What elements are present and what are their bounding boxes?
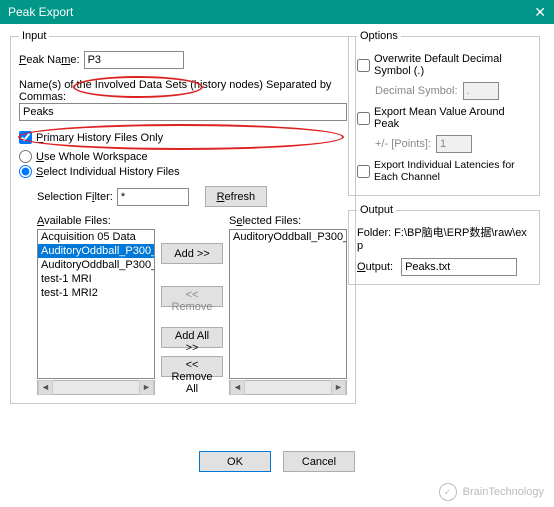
peak-name-label: Peak Name: [19,54,80,66]
input-group: Input Peak Name: Name(s) of the Involved… [10,30,356,404]
points-input [436,135,472,153]
points-label: +/- [Points]: [375,138,431,150]
select-individual-radio[interactable] [19,165,32,178]
output-label: Output: [357,261,393,273]
remove-button[interactable]: << Remove [161,286,223,307]
decimal-symbol-input [463,82,499,100]
available-files-listbox[interactable]: Acquisition 05 DataAuditoryOddball_P300_… [37,229,155,379]
scroll-right-icon[interactable]: ► [331,380,346,395]
output-legend: Output [357,204,396,216]
input-legend: Input [19,30,49,42]
scrollbar-horizontal[interactable]: ◄ ► [229,380,347,395]
export-mean-checkbox[interactable] [357,112,370,125]
list-item[interactable]: AuditoryOddball_P300_3 [38,258,154,272]
scrollbar-horizontal[interactable]: ◄ ► [37,380,155,395]
refresh-button[interactable]: Refresh [205,186,267,207]
decimal-symbol-label: Decimal Symbol: [375,85,458,97]
selected-label: Selected Files: [229,215,347,227]
options-group: Options Overwrite Default Decimal Symbol… [348,30,540,196]
export-latencies-label: Export Individual Latencies for Each Cha… [374,159,531,183]
selected-files-listbox[interactable]: AuditoryOddball_P300_1 [229,229,347,379]
folder-path: Folder: F:\BP脑电\ERP数据\raw\exp [357,224,531,252]
use-whole-radio[interactable] [19,150,32,163]
add-all-button[interactable]: Add All >> [161,327,223,348]
select-individual-label: Select Individual History Files [36,166,180,178]
scroll-right-icon[interactable]: ► [139,380,154,395]
cancel-button[interactable]: Cancel [283,451,355,472]
export-mean-label: Export Mean Value Around Peak [374,106,531,130]
output-input[interactable] [401,258,517,276]
add-button[interactable]: Add >> [161,243,223,264]
ok-button[interactable]: OK [199,451,271,472]
use-whole-label: Use Whole Workspace [36,151,148,163]
watermark: ✓ BrainTechnology [439,483,544,501]
watermark-text: BrainTechnology [463,486,544,498]
selection-filter-input[interactable] [117,188,189,206]
primary-only-checkbox[interactable] [19,131,32,144]
scroll-left-icon[interactable]: ◄ [230,380,245,395]
scroll-left-icon[interactable]: ◄ [38,380,53,395]
titlebar: Peak Export ✕ [0,0,554,24]
list-item[interactable]: test-1 MRI [38,272,154,286]
datasets-input[interactable] [19,103,347,121]
remove-all-button[interactable]: << Remove All [161,356,223,377]
options-legend: Options [357,30,401,42]
selection-filter-label: Selection Filter: [37,191,113,203]
list-item[interactable]: AuditoryOddball_P300_2 [38,244,154,258]
wechat-icon: ✓ [439,483,457,501]
list-item[interactable]: AuditoryOddball_P300_1 [230,230,346,244]
list-item[interactable]: test-1 MRI2 [38,286,154,300]
list-item[interactable]: Acquisition 05 Data [38,230,154,244]
window-title: Peak Export [8,5,73,19]
available-label: Available Files: [37,215,155,227]
output-group: Output Folder: F:\BP脑电\ERP数据\raw\exp Out… [348,204,540,285]
overwrite-decimal-checkbox[interactable] [357,59,370,72]
primary-only-label: Primary History Files Only [36,132,163,144]
close-icon[interactable]: ✕ [534,4,546,21]
export-latencies-checkbox[interactable] [357,165,370,178]
datasets-label: Name(s) of the Involved Data Sets (histo… [19,79,331,103]
peak-name-input[interactable] [84,51,184,69]
overwrite-decimal-label: Overwrite Default Decimal Symbol (.) [374,53,531,77]
